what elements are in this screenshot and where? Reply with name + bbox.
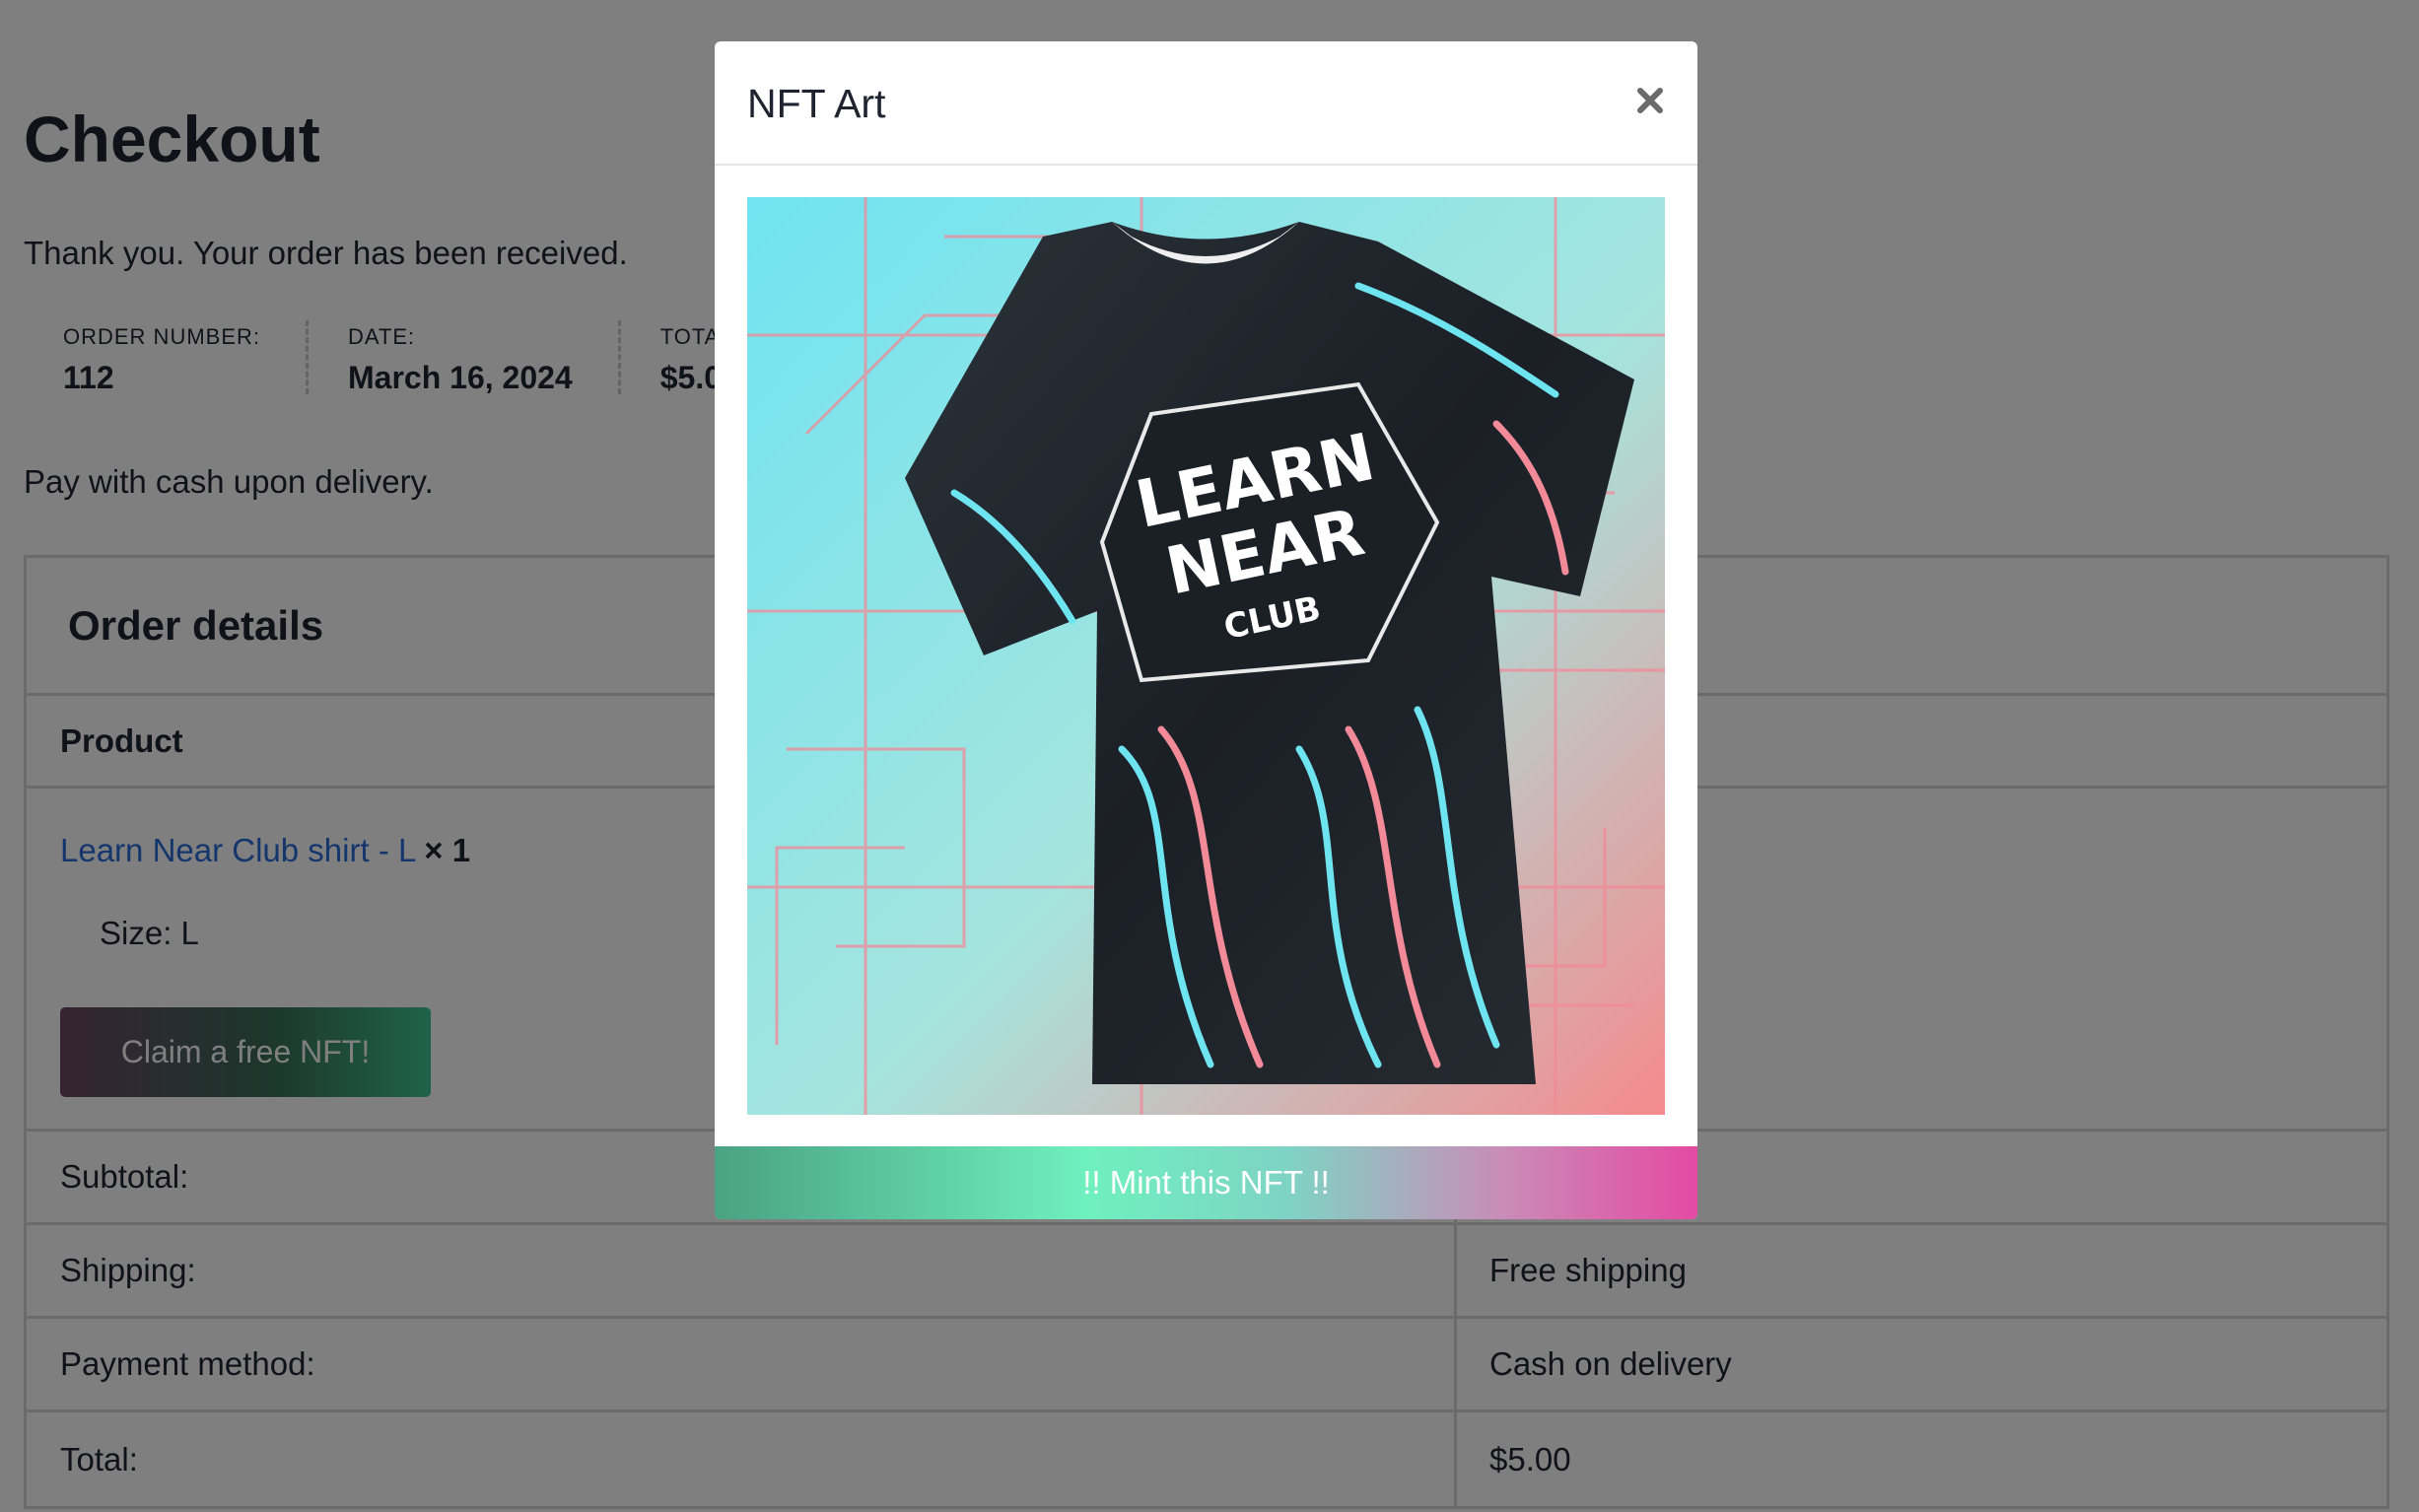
nft-image: LEARN NEAR CLUB	[747, 197, 1665, 1115]
close-icon	[1637, 88, 1663, 113]
modal-header: NFT Art	[715, 41, 1697, 166]
mint-nft-button[interactable]: !! Mint this NFT !!	[715, 1146, 1697, 1219]
nft-shirt-artwork: LEARN NEAR CLUB	[747, 197, 1665, 1115]
modal-title: NFT Art	[747, 81, 886, 126]
close-button[interactable]	[1626, 77, 1674, 124]
nft-art-modal: NFT Art LEARN NEAR CLUB !! Mint this NFT…	[715, 41, 1697, 1219]
